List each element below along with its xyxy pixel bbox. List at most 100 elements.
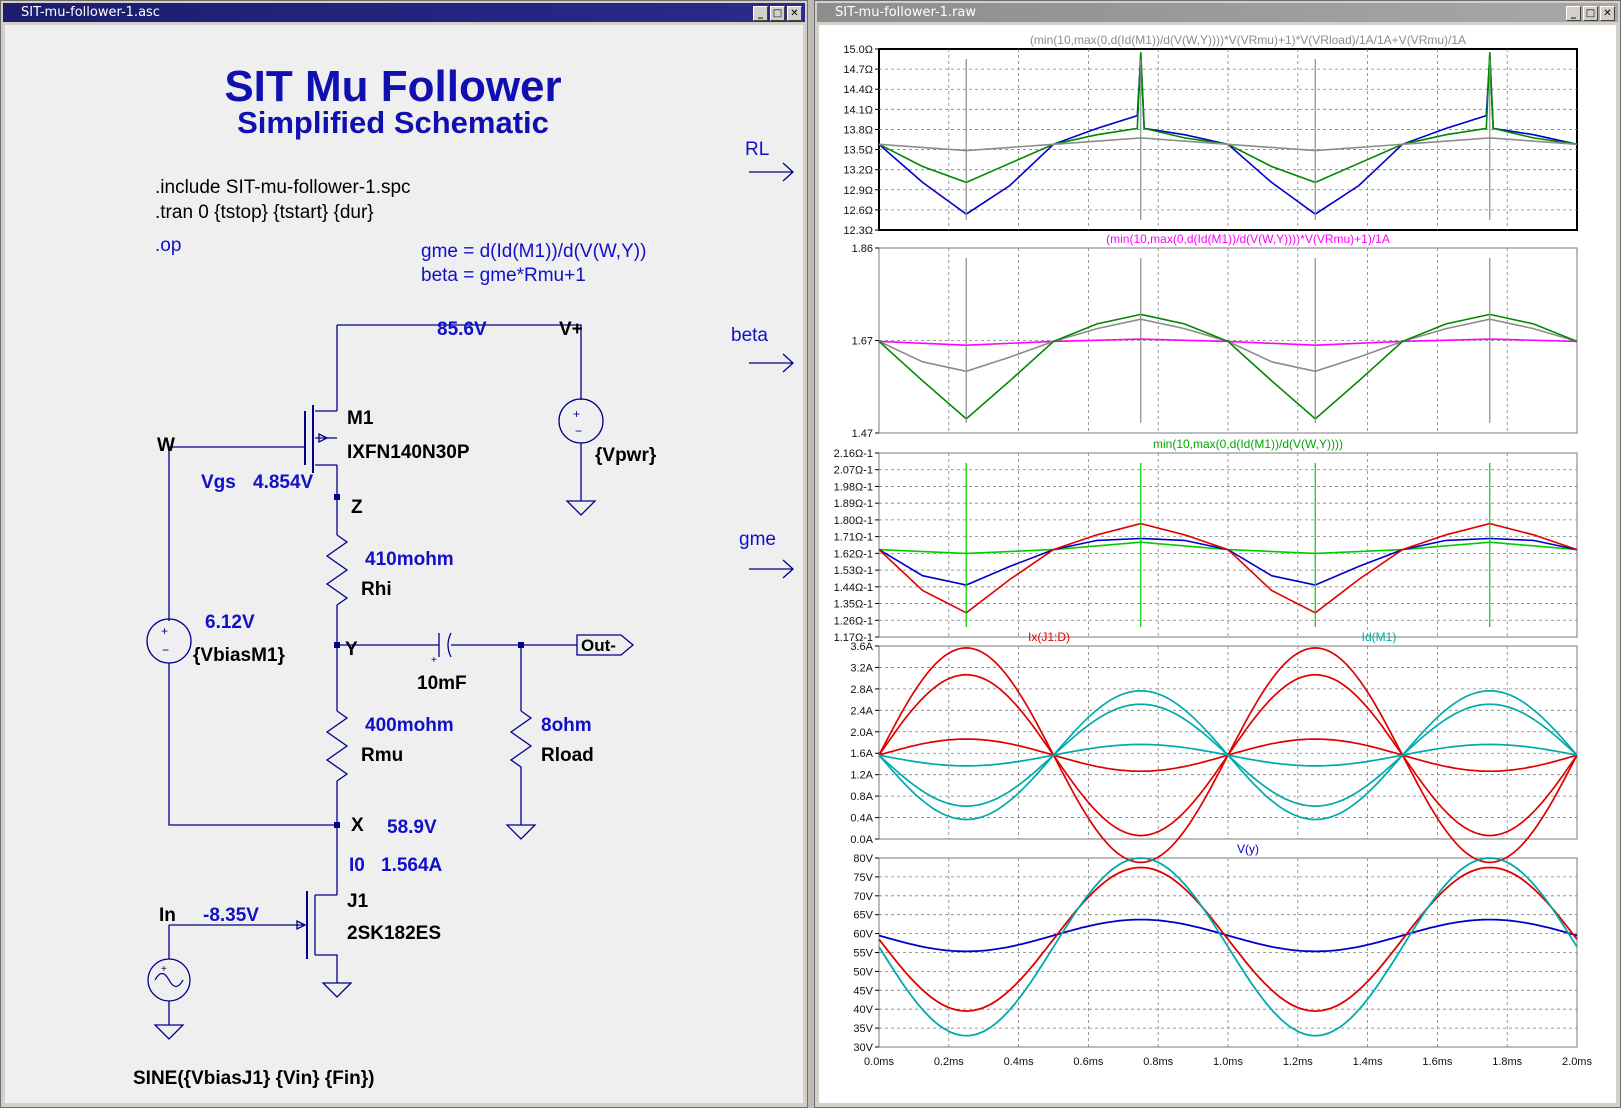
schematic-subtitle: Simplified Schematic [237,105,549,140]
directive-include: .include SIT-mu-follower-1.spc [155,177,411,198]
rload-value: 8ohm [541,715,592,736]
rhi-name: Rhi [361,579,392,600]
svg-text:+: + [431,655,437,666]
y-tick-label: 65V [853,910,873,922]
vbiasm1-label: {VbiasM1} [193,645,285,666]
svg-text:+: + [161,624,168,638]
y-tick-label: 0.0A [850,834,873,846]
schematic-window-title: SIT-mu-follower-1.asc [21,5,160,20]
y-tick-label: 45V [853,985,873,997]
x-tick-label: 2.0ms [1562,1056,1592,1068]
y-tick-label: 3.2A [850,662,873,674]
close-button[interactable]: ✕ [787,6,802,21]
x-loop-wire [168,677,337,826]
gme-arrow [749,559,794,579]
svg-text:+: + [573,407,580,421]
maximize-button[interactable]: □ [1583,6,1598,21]
x-tick-label: 1.4ms [1353,1056,1383,1068]
y-tick-label: 14.1Ω [843,104,873,116]
y-tick-label: 30V [853,1042,873,1054]
x-tick-label: 0.8ms [1143,1056,1173,1068]
plot-pane-3[interactable]: 2.16Ω-1 2.07Ω-1 1.98Ω-1 1.89Ω-1 1.80Ω-1 1.71Ω… [834,437,1578,644]
trace-label[interactable]: Ix(J1:D) [1028,630,1070,644]
j1-model: 2SK182ES [347,923,441,944]
pane-title[interactable]: (min(10,max(0,d(Id(M1))/d(V(W,Y))))*V(VR… [1106,232,1390,246]
schematic-drawing: + − + − + + SIT Mu Follower Simplified S… [133,62,794,1089]
net-in: In [159,905,176,926]
vgs-value: 4.854V [253,472,314,493]
i0-label: I0 [349,855,365,876]
schematic-app-icon [6,6,18,18]
y-tick-label: 3.6A [850,641,873,653]
y-tick-label: 75V [853,872,873,884]
schematic-titlebar[interactable]: SIT-mu-follower-1.asc _ □ ✕ [3,3,805,22]
y-tick-label: 0.8A [850,791,873,803]
y-tick-label: 1.6A [850,748,873,760]
y-tick-label: 1.47 [852,428,873,440]
y-tick-label: 50V [853,966,873,978]
plot-pane-5[interactable]: 80V 75V 70V 65V 60V 55V 50V 45V 40V 35V 30V V(y) [853,842,1578,1054]
rl-arrow [749,162,794,182]
sine-source-label: SINE({VbiasJ1} {Vin} {Fin}) [133,1068,374,1089]
x-tick-label: 1.8ms [1492,1056,1522,1068]
waveform-titlebar[interactable]: SIT-mu-follower-1.raw _ □ ✕ [817,3,1618,22]
cap-value: 10mF [417,673,467,694]
net-w: W [157,435,175,456]
x-tick-label: 1.2ms [1283,1056,1313,1068]
schematic-canvas[interactable]: + − + − + + SIT Mu Follower Simplified S… [5,25,803,1103]
net-vplus: V+ [559,319,583,340]
in-voltage: -8.35V [203,905,259,926]
y-tick-label: 1.89Ω-1 [834,498,873,510]
rmu-value: 400mohm [365,715,454,736]
y-tick-label: 35V [853,1023,873,1035]
y-tick-label: 1.26Ω-1 [834,615,873,627]
rmu-name: Rmu [361,745,403,766]
maximize-button[interactable]: □ [770,6,785,21]
pane-title[interactable]: min(10,max(0,d(Id(M1))/d(V(W,Y)))) [1153,437,1343,451]
directive-op: .op [155,235,181,256]
y-tick-label: 40V [853,1004,873,1016]
net-z: Z [351,497,363,518]
waveform-window: SIT-mu-follower-1.raw _ □ ✕ 15.0Ω 14.7Ω 14… [814,0,1621,1108]
x-tick-label: 1.6ms [1422,1056,1452,1068]
svg-text:−: − [575,424,582,438]
schematic-title: SIT Mu Follower [224,62,561,111]
close-button[interactable]: ✕ [1600,6,1615,21]
y-tick-label: 0.4A [850,813,873,825]
waveform-canvas[interactable]: 15.0Ω 14.7Ω 14.4Ω 14.1Ω 13.8Ω 13.5Ω 13.2Ω 12.9Ω… [819,25,1616,1103]
minimize-button[interactable]: _ [1566,6,1581,21]
vgs-label: Vgs [201,472,236,493]
pane-title[interactable]: (min(10,max(0,d(Id(M1))/d(V(W,Y))))*V(VR… [1030,33,1466,47]
svg-text:−: − [162,643,169,657]
schematic-window: SIT-mu-follower-1.asc _ □ ✕ + − + − + + … [0,0,808,1108]
y-tick-label: 1.62Ω-1 [834,548,873,560]
rhi-value: 410mohm [365,549,454,570]
trace-label[interactable]: Id(M1) [1362,630,1397,644]
y-tick-label: 80V [853,853,873,865]
param-gme: gme = d(Id(M1))/d(V(W,Y)) [421,241,646,262]
y-tick-label: 2.0A [850,727,873,739]
i0-value: 1.564A [381,855,443,876]
waveform-app-icon [820,6,832,18]
vbias-m1-value: 6.12V [205,612,255,633]
y-tick-label: 14.7Ω [843,64,873,76]
net-y: Y [345,639,358,660]
x-tick-label: 0.6ms [1073,1056,1103,1068]
directive-tran: .tran 0 {tstop} {tstart} {dur} [155,202,374,223]
y-tick-label: 1.2A [850,770,873,782]
y-tick-label: 2.8A [850,684,873,696]
y-tick-label: 1.71Ω-1 [834,532,873,544]
waveform-window-title: SIT-mu-follower-1.raw [835,5,977,20]
beta-label: beta [731,325,768,346]
pane-title[interactable]: V(y) [1237,842,1259,856]
waveform-plot[interactable]: 15.0Ω 14.7Ω 14.4Ω 14.1Ω 13.8Ω 13.5Ω 13.2Ω 12.9Ω… [819,25,1616,1103]
vpwr-label: {Vpwr} [595,445,657,466]
plot-pane-1[interactable]: 15.0Ω 14.7Ω 14.4Ω 14.1Ω 13.8Ω 13.5Ω 13.2Ω 12.9Ω… [843,33,1578,237]
y-tick-label: 70V [853,891,873,903]
y-tick-label: 13.5Ω [843,145,873,157]
minimize-button[interactable]: _ [753,6,768,21]
y-tick-label: 1.44Ω-1 [834,582,873,594]
y-tick-label: 1.80Ω-1 [834,515,873,527]
y-tick-label: 14.4Ω [843,84,873,96]
y-tick-label: 1.86 [852,243,873,255]
